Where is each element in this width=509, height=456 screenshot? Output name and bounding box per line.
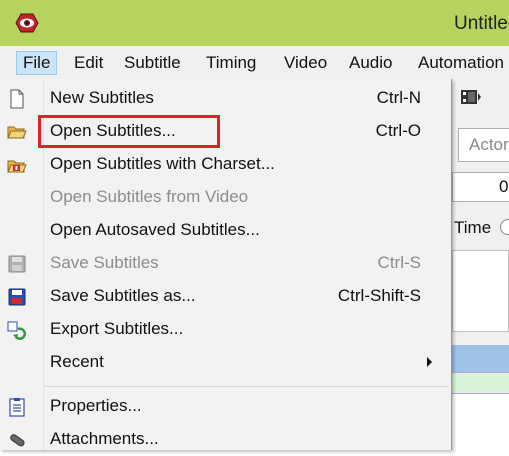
menu-item-label: Open Autosaved Subtitles... — [50, 220, 260, 239]
subtitle-edit-box[interactable] — [452, 250, 509, 332]
save-icon — [8, 255, 26, 273]
menu-item-shortcut: Ctrl-S — [377, 253, 421, 272]
menu-item-export-subtitles[interactable]: Export Subtitles... — [0, 313, 450, 346]
open-charset-icon — [7, 160, 27, 173]
menu-audio[interactable]: Audio — [343, 51, 398, 75]
properties-icon — [9, 398, 25, 417]
menu-video[interactable]: Video — [278, 51, 333, 75]
menu-item-label: New Subtitles — [50, 88, 154, 107]
menu-bar: File Edit Subtitle Timing Video Audio Au… — [0, 46, 509, 80]
video-toolbar-icon[interactable] — [460, 88, 482, 106]
window-title: Untitled — [454, 13, 509, 34]
menu-item-label: Open Subtitles with Charset... — [50, 154, 275, 173]
menu-item-label: Attachments... — [50, 429, 159, 448]
menu-item-label: Recent — [50, 352, 104, 371]
menu-item-open-from-video[interactable]: Open Subtitles from Video — [0, 181, 450, 214]
menu-item-label: Save Subtitles as... — [50, 286, 196, 305]
subtitle-grid-row[interactable] — [452, 372, 509, 394]
title-bar: Untitled — [0, 0, 509, 46]
start-time-field[interactable]: 0 — [452, 172, 509, 202]
app-eye-icon — [15, 13, 39, 33]
menu-item-shortcut: Ctrl-O — [375, 121, 421, 140]
menu-timing[interactable]: Timing — [200, 51, 262, 75]
menu-item-label: Properties... — [50, 396, 142, 415]
paperclip-icon — [10, 434, 25, 447]
menu-item-label: Open Subtitles from Video — [50, 187, 249, 206]
menu-subtitle[interactable]: Subtitle — [118, 51, 187, 75]
menu-item-properties[interactable]: Properties... — [0, 390, 450, 423]
menu-item-shortcut: Ctrl-Shift-S — [337, 286, 421, 305]
menu-item-shortcut: Ctrl-N — [376, 88, 421, 107]
menu-item-new-subtitles[interactable]: New Subtitles Ctrl-N — [0, 82, 450, 115]
menu-item-attachments[interactable]: Attachments... — [0, 423, 450, 456]
subtitle-grid-header — [452, 345, 509, 372]
file-menu-dropdown: New Subtitles Ctrl-N Open Subtitles... C… — [0, 79, 452, 450]
menu-item-save-subtitles-as[interactable]: Save Subtitles as... Ctrl-Shift-S — [0, 280, 450, 313]
time-radio[interactable] — [500, 219, 509, 235]
save-as-icon — [8, 288, 26, 306]
menu-automation[interactable]: Automation — [412, 51, 509, 75]
menu-edit[interactable]: Edit — [68, 51, 109, 75]
menu-separator — [44, 386, 449, 387]
time-option-label: Time — [454, 218, 492, 237]
highlight-annotation — [38, 115, 220, 148]
export-icon — [7, 321, 26, 340]
menu-item-recent[interactable]: Recent — [0, 346, 450, 379]
new-file-icon — [10, 89, 24, 109]
submenu-arrow-icon — [427, 357, 432, 367]
menu-file[interactable]: File — [16, 51, 58, 75]
open-folder-icon — [7, 126, 27, 139]
menu-item-save-subtitles[interactable]: Save Subtitles Ctrl-S — [0, 247, 450, 280]
actor-input[interactable]: Actor — [458, 128, 509, 162]
menu-item-label: Save Subtitles — [50, 253, 159, 272]
menu-item-open-autosaved[interactable]: Open Autosaved Subtitles... — [0, 214, 450, 247]
menu-item-open-with-charset[interactable]: Open Subtitles with Charset... — [0, 148, 450, 181]
subtitle-grid-empty — [452, 394, 509, 450]
menu-item-label: Export Subtitles... — [50, 319, 184, 338]
